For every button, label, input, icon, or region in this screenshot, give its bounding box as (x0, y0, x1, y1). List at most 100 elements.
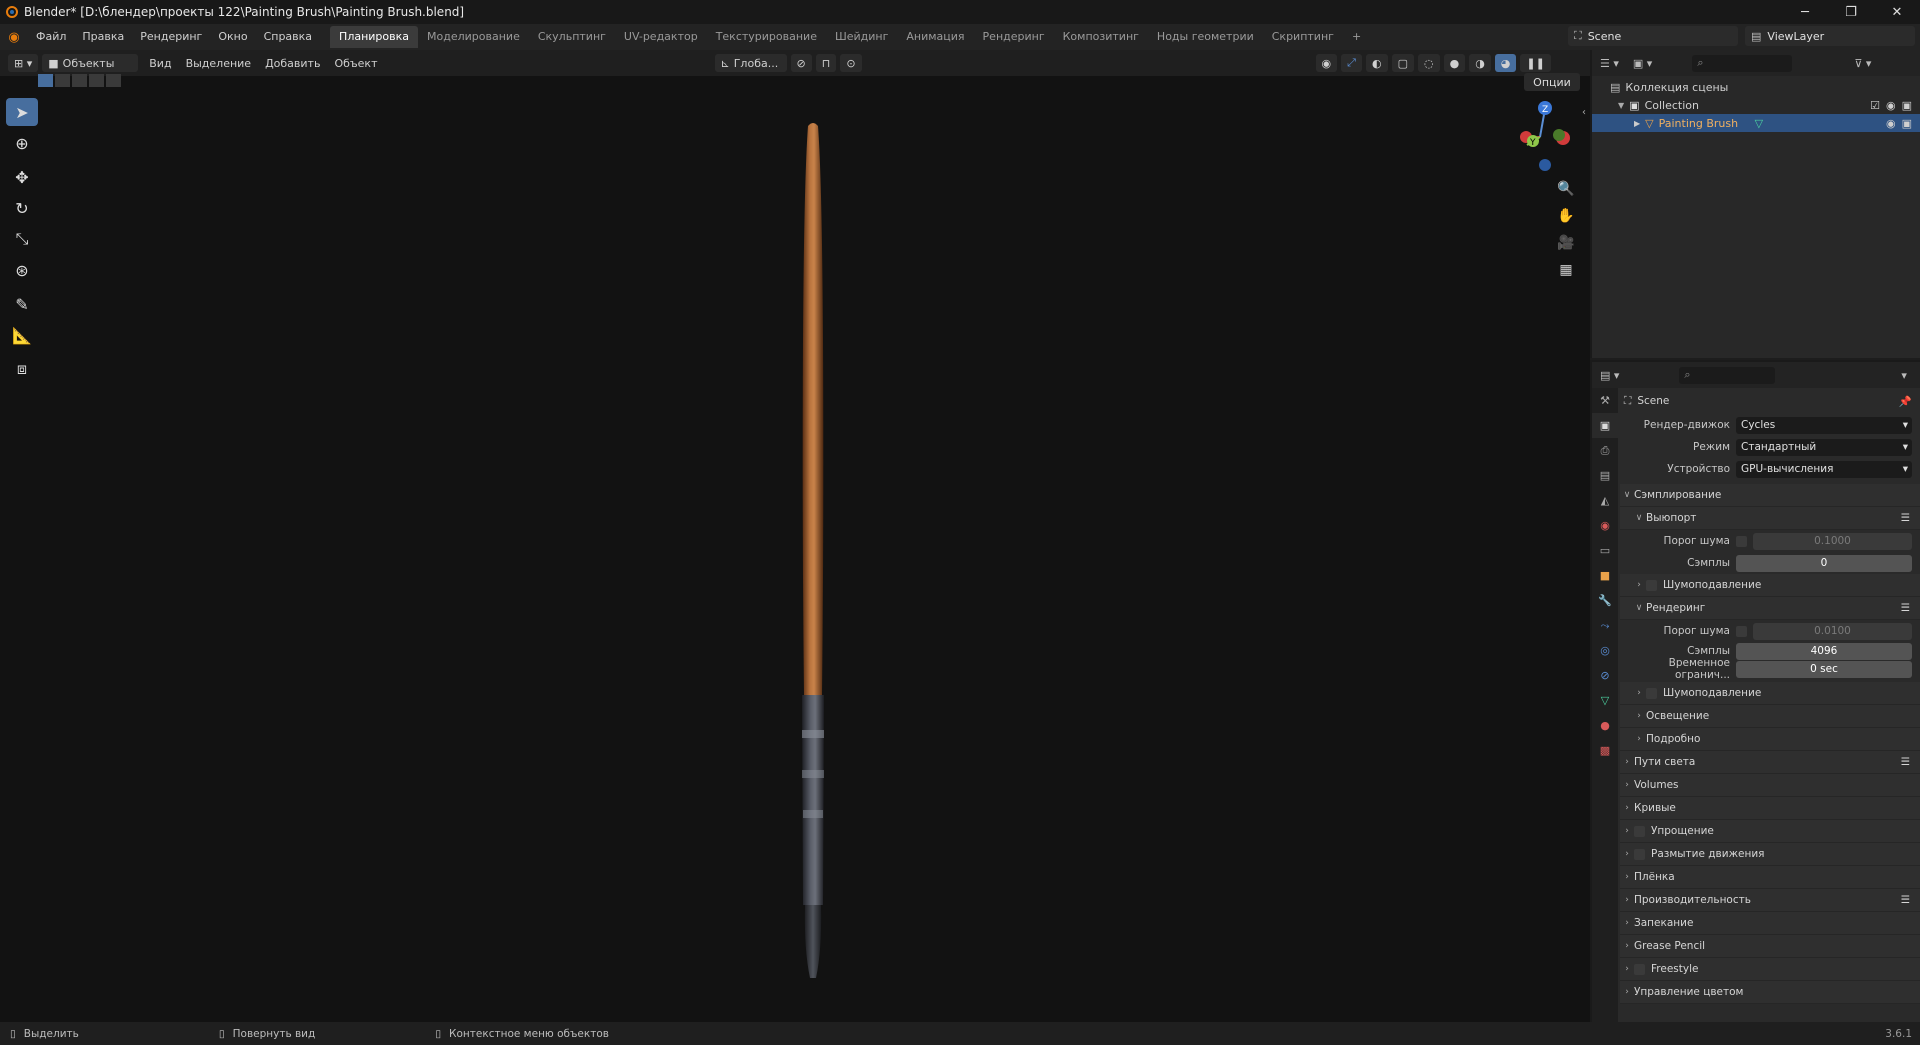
shading-wireframe[interactable]: ◌ (1417, 54, 1440, 72)
noise-threshold-checkbox[interactable] (1736, 535, 1747, 547)
menu-file[interactable]: Файл (28, 24, 74, 50)
camera-icon[interactable]: 🎥 (1556, 229, 1576, 256)
mesh-data-icon[interactable]: ▽ (1755, 117, 1886, 130)
tab-layout[interactable]: Планировка (330, 26, 419, 48)
annotate-tool[interactable]: ✎ (6, 290, 38, 318)
r-denoise-subsection[interactable]: › Шумоподавление (1620, 682, 1920, 705)
pause-render-button[interactable]: ❚❚ (1520, 54, 1551, 72)
menu-select[interactable]: Выделение (179, 57, 259, 70)
tab-texture-paint[interactable]: Текстурирование (707, 26, 826, 48)
object-row-painting-brush[interactable]: ▶ ▽ Painting Brush ▽ ◉ ▣ (1592, 114, 1920, 132)
select-invert-icon[interactable] (89, 74, 104, 87)
chevron-down-icon[interactable]: ▾ (1901, 369, 1907, 382)
select-subtract-icon[interactable] (72, 74, 87, 87)
options-dropdown[interactable]: Опции (1524, 73, 1580, 91)
tab-compositing[interactable]: Композитинг (1054, 26, 1148, 48)
collection-checkbox-icon[interactable]: ☑ (1870, 99, 1880, 112)
vp-denoise-subsection[interactable]: › Шумоподавление (1620, 574, 1920, 597)
denoise-checkbox[interactable] (1646, 687, 1657, 699)
mode-select[interactable]: Стандартный ▾ (1736, 438, 1912, 456)
grease-pencil-section[interactable]: › Grease Pencil (1620, 935, 1920, 958)
curves-section[interactable]: › Кривые (1620, 797, 1920, 820)
viewport-subsection[interactable]: ∨ Выюпорт ☰ (1620, 507, 1920, 530)
menu-view[interactable]: Вид (142, 57, 178, 70)
xray-toggle[interactable]: ▢ (1391, 54, 1414, 72)
pivot-button[interactable]: ⊘ (790, 54, 812, 72)
visibility-button[interactable]: ◉ (1315, 54, 1338, 72)
tab-scripting[interactable]: Скриптинг (1263, 26, 1343, 48)
output-tab-icon[interactable]: ⎙ (1592, 438, 1618, 463)
list-icon[interactable]: ☰ (1901, 756, 1910, 768)
outliner-search-input[interactable]: ⌕ (1692, 54, 1793, 72)
add-workspace-button[interactable]: + (1343, 26, 1370, 48)
pan-hand-icon[interactable]: ✋ (1556, 202, 1576, 229)
close-button[interactable]: ✕ (1874, 0, 1920, 24)
tab-geometry-nodes[interactable]: Ноды геометрии (1148, 26, 1263, 48)
performance-section[interactable]: › Производительность ☰ (1620, 889, 1920, 912)
vp-noise-field[interactable]: 0.1000 (1753, 532, 1912, 550)
bake-section[interactable]: › Запекание (1620, 912, 1920, 935)
properties-editor-icon[interactable]: ▤ ▾ (1600, 369, 1619, 382)
time-limit-field[interactable]: 0 sec (1736, 660, 1912, 678)
scene-collection-row[interactable]: ▤ Коллекция сцены (1592, 78, 1920, 96)
simplify-section[interactable]: › Упрощение (1620, 820, 1920, 843)
freestyle-section[interactable]: › Freestyle (1620, 958, 1920, 981)
neg-z-axis-icon[interactable] (1539, 159, 1551, 171)
add-cube-tool[interactable]: ⧈ (6, 355, 38, 383)
list-icon[interactable]: ☰ (1901, 512, 1910, 524)
transform-tool[interactable]: ⊛ (6, 256, 38, 284)
device-select[interactable]: GPU-вычисления ▾ (1736, 460, 1912, 478)
object-tab-icon[interactable]: ■ (1592, 563, 1618, 588)
collection-row[interactable]: ▼ ▣ Collection ☑ ◉ ▣ (1592, 96, 1920, 114)
scale-tool[interactable]: ⤡ (6, 225, 38, 253)
tab-modeling[interactable]: Моделирование (418, 26, 529, 48)
shading-solid[interactable]: ● (1443, 54, 1466, 72)
view-layer-tab-icon[interactable]: ▤ (1592, 463, 1618, 488)
tab-rendering[interactable]: Рендеринг (974, 26, 1054, 48)
editor-type-button[interactable]: ⊞ ▾ (8, 54, 39, 72)
select-extend-icon[interactable] (55, 74, 70, 87)
freestyle-checkbox[interactable] (1634, 963, 1645, 975)
outliner-editor-icon[interactable]: ☰ ▾ (1600, 57, 1619, 70)
gizmo-toggle[interactable]: ⤢ (1341, 54, 1362, 72)
move-tool[interactable]: ✥ (6, 163, 38, 191)
tab-sculpting[interactable]: Скульптинг (529, 26, 615, 48)
properties-search-input[interactable]: ⌕ (1679, 366, 1776, 384)
light-paths-section[interactable]: › Пути света ☰ (1620, 751, 1920, 774)
collection-tab-icon[interactable]: ▭ (1592, 538, 1618, 563)
tab-shading[interactable]: Шейдинг (826, 26, 897, 48)
eye-icon[interactable]: ◉ (1886, 99, 1896, 112)
pin-icon[interactable]: 📌 (1899, 395, 1912, 408)
shading-rendered[interactable]: ◕ (1494, 54, 1517, 72)
grid-perspective-icon[interactable]: ▦ (1556, 256, 1576, 283)
blender-menu-icon[interactable]: ◉ (0, 30, 28, 45)
scene-selector[interactable]: ⛶ Scene (1568, 26, 1738, 46)
select-new-icon[interactable] (38, 74, 53, 87)
motion-blur-section[interactable]: › Размытие движения (1620, 843, 1920, 866)
filter-icon[interactable]: ⊽ ▾ (1854, 57, 1871, 70)
list-icon[interactable]: ☰ (1901, 894, 1910, 906)
motion-blur-checkbox[interactable] (1634, 848, 1645, 860)
modifier-tab-icon[interactable]: 🔧 (1592, 588, 1618, 613)
menu-object[interactable]: Объект (327, 57, 384, 70)
menu-edit[interactable]: Правка (74, 24, 132, 50)
snap-button[interactable]: ⊓ (815, 54, 837, 72)
minimize-button[interactable]: ─ (1782, 0, 1828, 24)
select-intersect-icon[interactable] (106, 74, 121, 87)
eye-icon[interactable]: ◉ (1886, 117, 1896, 130)
simplify-checkbox[interactable] (1634, 825, 1645, 837)
tab-animation[interactable]: Анимация (897, 26, 973, 48)
render-tab-icon[interactable]: ▣ (1592, 413, 1618, 438)
menu-render[interactable]: Рендеринг (132, 24, 210, 50)
orientation-selector[interactable]: ⊾ Глоба... (714, 54, 787, 72)
color-management-section[interactable]: › Управление цветом (1620, 981, 1920, 1004)
material-tab-icon[interactable]: ● (1592, 713, 1618, 738)
denoise-checkbox[interactable] (1646, 579, 1657, 591)
painting-brush-model[interactable] (788, 120, 838, 980)
menu-add[interactable]: Добавить (258, 57, 327, 70)
menu-help[interactable]: Справка (256, 24, 320, 50)
constraints-tab-icon[interactable]: ⊘ (1592, 663, 1618, 688)
measure-tool[interactable]: 📐 (6, 321, 38, 349)
texture-tab-icon[interactable]: ▩ (1592, 738, 1618, 763)
zoom-icon[interactable]: 🔍 (1556, 175, 1576, 202)
